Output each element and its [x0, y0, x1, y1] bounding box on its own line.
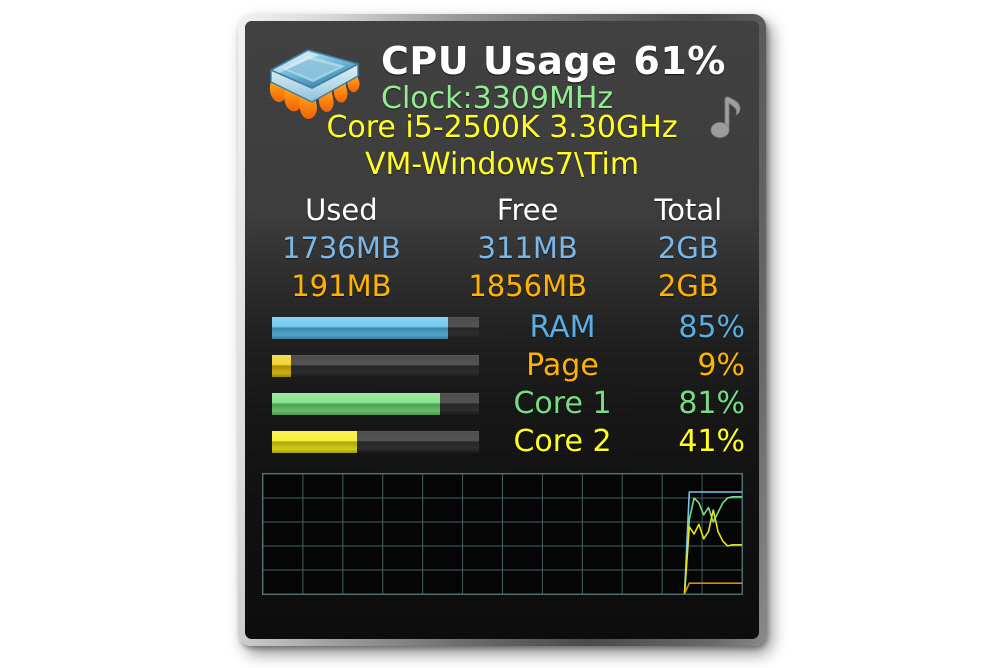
- gadget-inner-frame: CPU Usage 61% Clock:3309MHz Core i5-2500…: [245, 21, 759, 639]
- column-header-free: Free: [496, 193, 559, 228]
- table-row-ram: 1736MB 311MB 2GB: [245, 230, 759, 268]
- ram-bar-value: 85%: [678, 310, 745, 346]
- page-bar-track: [272, 355, 479, 378]
- page-title: CPU Usage: [381, 39, 618, 83]
- memory-table-header-row: Used Free Total: [245, 192, 759, 230]
- core1-bar-fill: [272, 393, 440, 416]
- ram-free: 311MB: [477, 231, 578, 266]
- table-row-page: 191MB 1856MB 2GB: [245, 268, 759, 306]
- ram-used: 1736MB: [282, 231, 401, 266]
- core2-bar-label: Core 2: [513, 424, 612, 460]
- core1-bar-track: [272, 393, 479, 416]
- gadget-title-line: CPU Usage 61%: [381, 39, 725, 83]
- gadget-content: CPU Usage 61% Clock:3309MHz Core i5-2500…: [245, 21, 759, 596]
- bar-row-core2: Core 2 41%: [245, 425, 759, 463]
- cpu-chip-flames-icon: [259, 38, 365, 120]
- bar-row-core1: Core 1 81%: [245, 387, 759, 425]
- page-bar-fill: [272, 355, 291, 378]
- core2-bar-value: 41%: [678, 424, 745, 460]
- page-bar-value: 9%: [697, 348, 745, 384]
- ram-bar-label: RAM: [529, 310, 596, 346]
- core1-bar-value: 81%: [678, 386, 745, 422]
- page-bar-label: Page: [526, 348, 599, 384]
- music-note-icon[interactable]: [709, 93, 745, 139]
- usage-bars: RAM 85% Page 9% Core 1 81% Core 2 41%: [245, 311, 759, 463]
- title-block: CPU Usage 61% Clock:3309MHz: [381, 39, 725, 116]
- ram-total: 2GB: [657, 231, 719, 266]
- page-free: 1856MB: [468, 268, 588, 303]
- bar-row-page: Page 9%: [245, 349, 759, 387]
- column-header-total: Total: [654, 193, 723, 228]
- core1-bar-label: Core 1: [513, 386, 612, 422]
- page-total: 2GB: [657, 268, 719, 303]
- screen: CPU Usage 61% Clock:3309MHz Core i5-2500…: [0, 0, 1002, 668]
- core2-bar-track: [272, 431, 479, 454]
- column-header-used: Used: [305, 193, 378, 228]
- gadget-panel: CPU Usage 61% Clock:3309MHz Core i5-2500…: [245, 21, 759, 639]
- cpu-usage-gadget[interactable]: CPU Usage 61% Clock:3309MHz Core i5-2500…: [238, 14, 766, 646]
- bar-row-ram: RAM 85%: [245, 311, 759, 349]
- ram-bar-track: [272, 317, 479, 340]
- ram-bar-fill: [272, 317, 448, 340]
- core2-bar-fill: [272, 431, 357, 454]
- history-graph: [261, 473, 743, 596]
- machine-user-label: VM-Windows7\Tim: [364, 147, 640, 183]
- memory-table: Used Free Total 1736MB 311MB 2GB 191MB 1…: [245, 192, 759, 305]
- page-used: 191MB: [291, 268, 392, 303]
- header: CPU Usage 61% Clock:3309MHz: [245, 21, 759, 138]
- cpu-clock-label: Clock:3309MHz: [381, 80, 614, 116]
- cpu-usage-percent: 61%: [633, 39, 726, 83]
